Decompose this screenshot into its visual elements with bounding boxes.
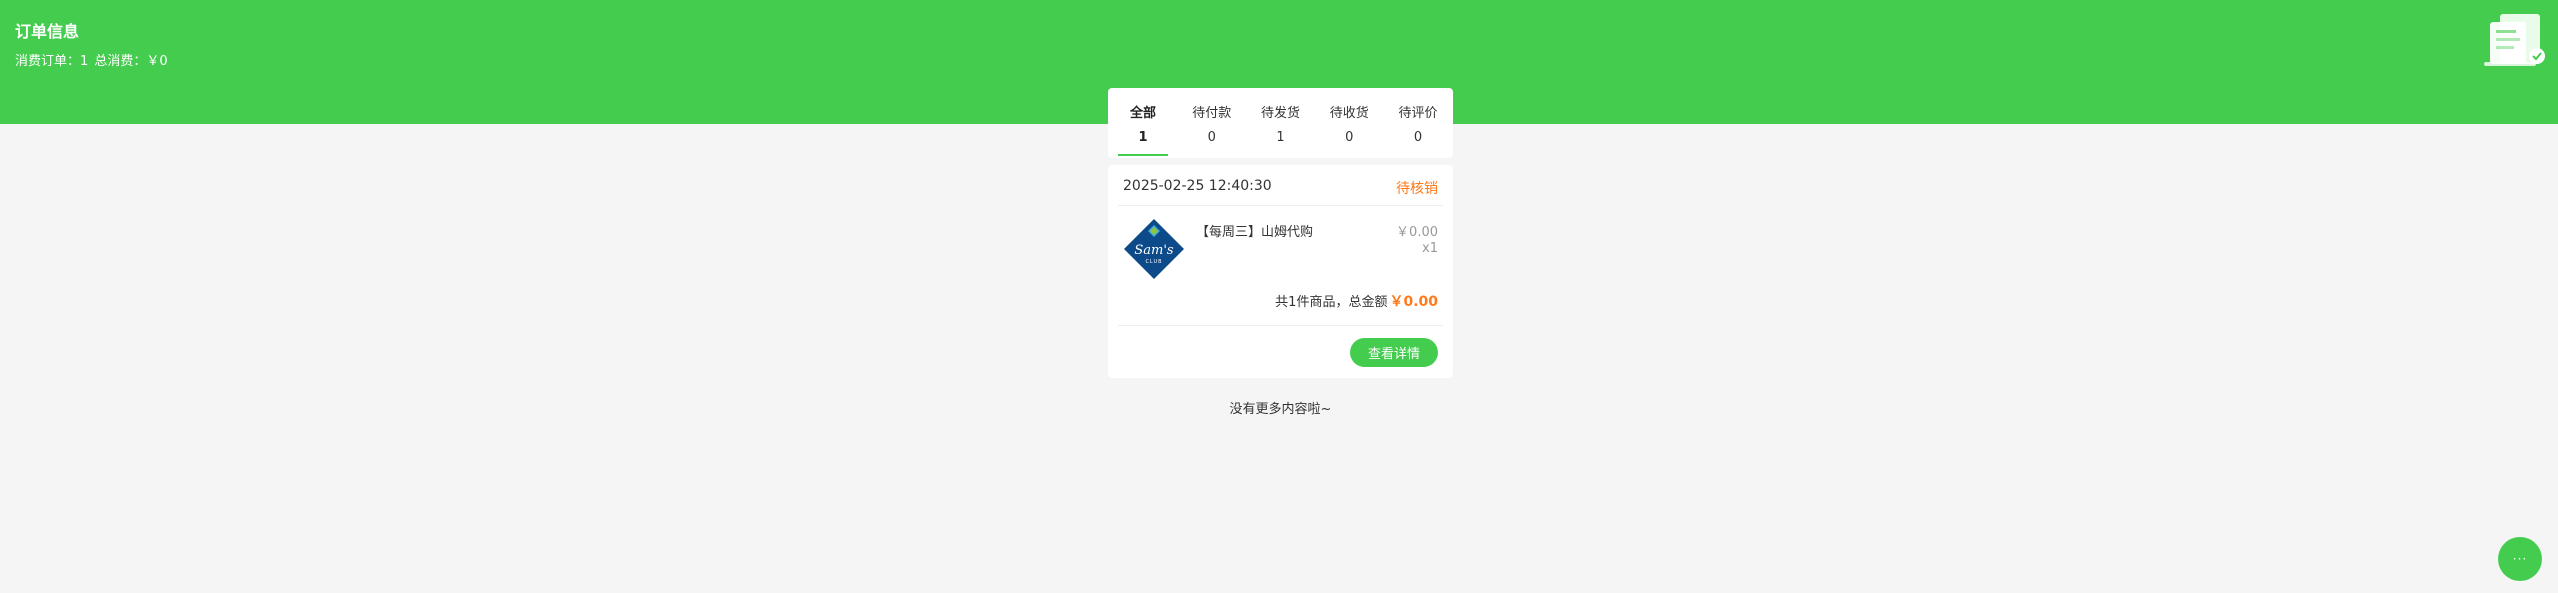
tab-all[interactable]: 全部 1: [1118, 88, 1168, 158]
tab-count: 1: [1138, 130, 1148, 145]
sams-club-logo: Sam's CLUB: [1124, 219, 1184, 279]
active-tab-indicator: [1118, 154, 1168, 156]
tab-label: 待收货: [1329, 106, 1369, 121]
order-card[interactable]: 2025-02-25 12:40:30 待核销 Sam's CLUB 【每周三】…: [1108, 165, 1453, 378]
no-more-content-text: 没有更多内容啦~: [1229, 402, 1332, 417]
tab-pending-receipt[interactable]: 待收货 0: [1324, 88, 1374, 158]
tab-count: 0: [1207, 130, 1216, 145]
order-status-tabs: 全部 1 待付款 0 待发货 1 待收货 0 待评价 0: [1108, 88, 1453, 158]
logo-text: Sam's: [1134, 243, 1174, 258]
divider: [1118, 325, 1443, 326]
order-count: 消费订单：1: [15, 54, 89, 69]
floating-menu-button[interactable]: ···: [2498, 537, 2542, 581]
product-price: ￥0.00: [1396, 225, 1438, 240]
tab-count: 1: [1276, 130, 1285, 145]
product-name: 【每周三】山姆代购: [1196, 225, 1314, 240]
receipt-illustration-icon: [2484, 14, 2545, 66]
order-date: 2025-02-25 12:40:30: [1123, 178, 1272, 194]
total-spend: 总消费：￥0: [94, 54, 168, 69]
tab-label: 待发货: [1260, 106, 1300, 121]
order-total-label: 共1件商品，总金额: [1275, 295, 1388, 310]
order-total: 共1件商品，总金额 ￥0.00: [1275, 291, 1438, 311]
tab-count: 0: [1413, 130, 1423, 145]
tab-pending-payment[interactable]: 待付款 0: [1187, 88, 1237, 158]
tab-label: 待付款: [1192, 106, 1232, 121]
logo-subtext: CLUB: [1145, 259, 1162, 265]
consumption-summary: 消费订单：1 总消费：￥0: [15, 50, 170, 69]
view-details-button[interactable]: 查看详情: [1350, 338, 1438, 367]
tab-label: 全部: [1129, 106, 1156, 121]
page-title: 订单信息: [15, 22, 80, 41]
product-quantity: x1: [1422, 241, 1438, 256]
divider: [1118, 205, 1443, 206]
order-status-badge: 待核销: [1396, 181, 1438, 197]
tab-count: 0: [1345, 130, 1354, 145]
order-total-amount: ￥0.00: [1389, 294, 1438, 310]
more-dots-icon: ···: [2512, 552, 2528, 566]
tab-pending-shipment[interactable]: 待发货 1: [1256, 88, 1306, 158]
tab-label: 待评价: [1398, 106, 1438, 121]
tab-pending-review[interactable]: 待评价 0: [1393, 88, 1443, 158]
